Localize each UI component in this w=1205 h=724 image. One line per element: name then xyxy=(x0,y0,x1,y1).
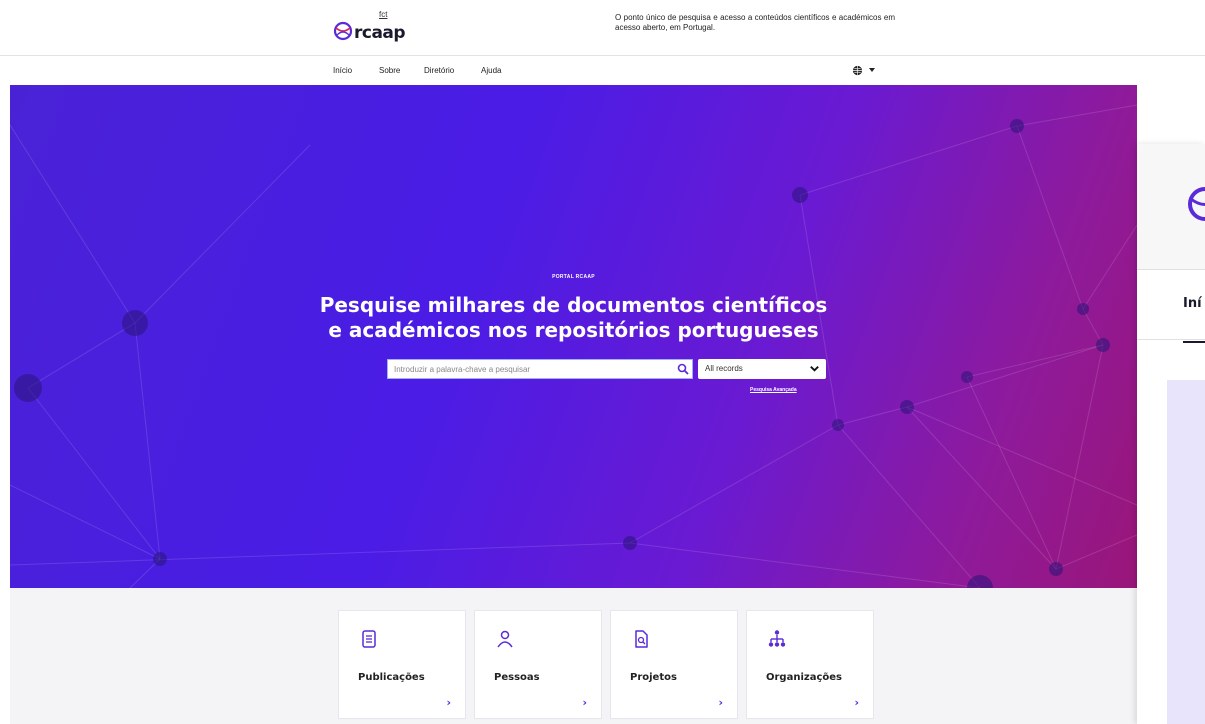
card-pessoas[interactable]: Pessoas › xyxy=(474,610,602,719)
main-nav: Início Sobre Diretório Ajuda xyxy=(0,57,1205,85)
globe-logo-icon xyxy=(333,21,353,41)
card-publicacoes[interactable]: Publicações › xyxy=(338,610,466,719)
categories-section: Publicações › Pessoas › Projetos › Organ… xyxy=(10,588,1137,724)
card-projetos[interactable]: Projetos › xyxy=(610,610,738,719)
card-label: Organizações xyxy=(766,672,842,683)
person-icon xyxy=(497,630,513,648)
search-button[interactable] xyxy=(675,362,691,378)
chevron-right-icon: › xyxy=(718,696,723,709)
nav-item-sobre[interactable]: Sobre xyxy=(379,66,400,75)
document-icon xyxy=(362,630,376,648)
search-box xyxy=(387,359,693,379)
search-icon xyxy=(677,363,689,375)
nav-item-diretorio[interactable]: Diretório xyxy=(424,66,454,75)
logo-wordmark: rcaap xyxy=(354,23,406,43)
nav-item-ajuda[interactable]: Ajuda xyxy=(481,66,501,75)
records-filter-value: All records xyxy=(705,364,743,373)
file-search-icon xyxy=(635,630,648,648)
side-panel-header xyxy=(1137,144,1205,270)
org-chart-icon xyxy=(768,630,786,647)
search-input[interactable] xyxy=(394,362,664,376)
active-nav-indicator xyxy=(1183,341,1205,343)
records-filter-select[interactable]: All records xyxy=(698,359,826,379)
rcaap-logo[interactable]: fct rcaap xyxy=(333,10,406,46)
chevron-down-icon xyxy=(810,366,819,372)
card-organizacoes[interactable]: Organizações › xyxy=(746,610,874,719)
chevron-right-icon: › xyxy=(446,696,451,709)
side-panel-nav-item[interactable]: Iní xyxy=(1183,296,1202,311)
card-label: Projetos xyxy=(630,672,677,683)
hero-kicker: PORTAL RCAAP xyxy=(552,274,595,280)
language-selector[interactable] xyxy=(852,64,876,78)
hero-banner: PORTAL RCAAP Pesquise milhares de docume… xyxy=(10,85,1137,588)
divider xyxy=(1137,339,1205,340)
hero-title-line-1: Pesquise milhares de documentos científi… xyxy=(319,293,828,317)
chevron-right-icon: › xyxy=(854,696,859,709)
side-panel-overlay: Iní xyxy=(1137,144,1205,724)
site-header: fct rcaap O ponto único de pesquisa e ac… xyxy=(0,0,1205,56)
hero-title: Pesquise milhares de documentos científi… xyxy=(10,293,1137,343)
side-panel-content-block xyxy=(1167,380,1205,724)
page: fct rcaap O ponto único de pesquisa e ac… xyxy=(0,0,1205,724)
globe-logo-icon xyxy=(1188,187,1205,221)
card-label: Publicações xyxy=(358,672,425,683)
advanced-search-link[interactable]: Pesquisa Avançada xyxy=(750,387,797,393)
card-label: Pessoas xyxy=(494,672,540,683)
chevron-down-icon xyxy=(869,68,875,72)
chevron-right-icon: › xyxy=(582,696,587,709)
site-tagline: O ponto único de pesquisa e acesso a con… xyxy=(615,13,895,32)
hero-title-line-2: e académicos nos repositórios portuguese… xyxy=(328,318,819,342)
fct-logo-text: fct xyxy=(379,10,388,19)
globe-icon xyxy=(852,65,863,76)
nav-item-inicio[interactable]: Início xyxy=(333,66,352,75)
